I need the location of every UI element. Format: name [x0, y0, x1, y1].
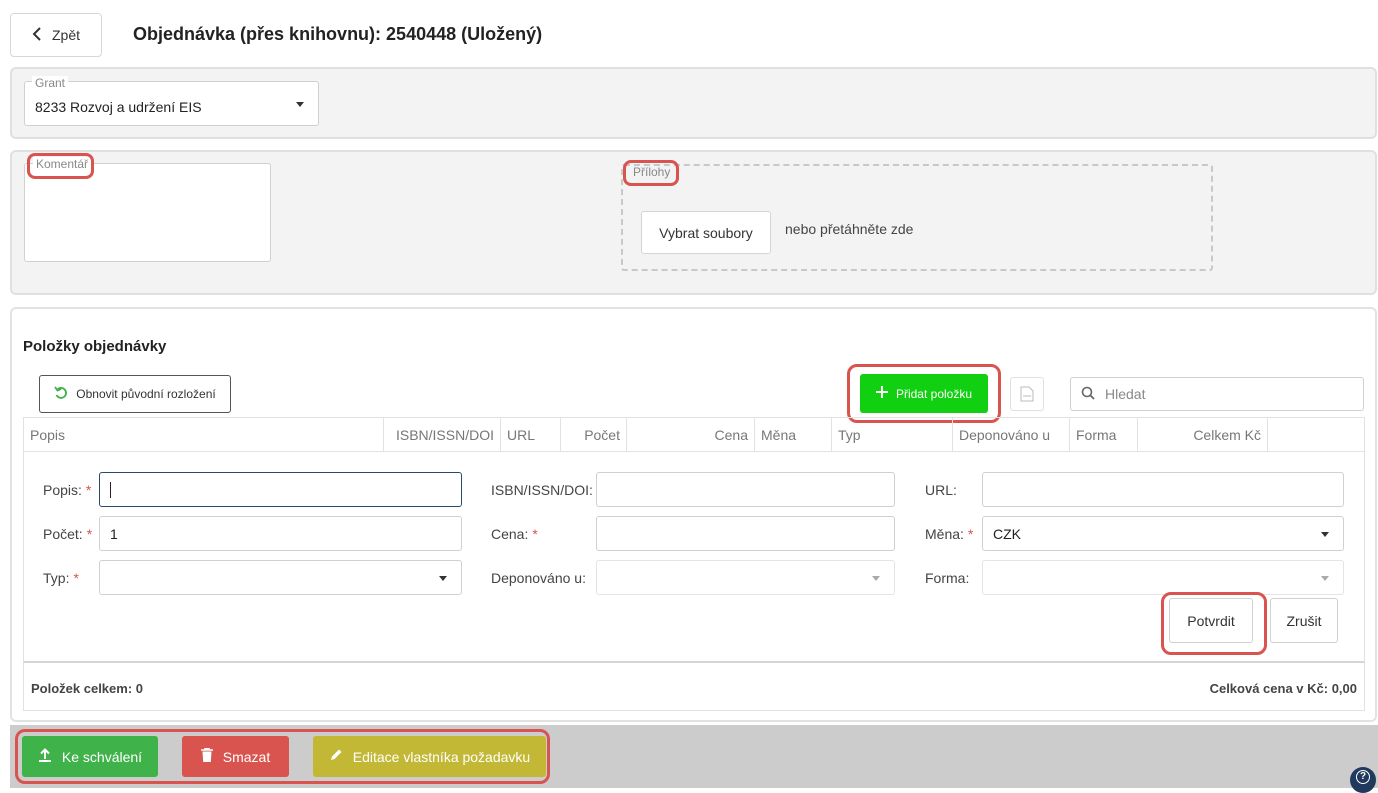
chevron-down-icon [439, 575, 447, 581]
forma-select[interactable] [982, 560, 1344, 595]
cena-input[interactable] [596, 516, 895, 551]
reset-layout-label: Obnovit původní rozložení [76, 387, 216, 401]
comment-label-highlight [27, 153, 94, 179]
page-title: Objednávka (přes knihovnu): 2540448 (Ulo… [133, 24, 543, 44]
deponovano-label: Deponováno u: [491, 570, 586, 586]
search-placeholder: Hledat [1105, 386, 1146, 402]
total-price: Celková cena v Kč: 0,00 [1209, 681, 1357, 696]
pocet-value: 1 [110, 525, 118, 542]
url-label: URL: [925, 482, 957, 498]
cancel-button[interactable]: Zrušit [1270, 598, 1338, 643]
forma-label: Forma: [925, 570, 970, 586]
upload-icon [38, 748, 52, 765]
col-typ[interactable]: Typ [832, 418, 953, 451]
pocet-input[interactable]: 1 [99, 516, 462, 551]
popis-label: Popis: * [43, 482, 92, 498]
add-item-label: Přidat položku [895, 386, 973, 401]
choose-files-label: Vybrat soubory [659, 224, 753, 241]
col-forma[interactable]: Forma [1070, 418, 1138, 451]
col-deponovano[interactable]: Deponováno u [953, 418, 1070, 451]
back-label: Zpět [51, 27, 80, 43]
popis-input[interactable] [99, 472, 462, 507]
back-button[interactable]: Zpět [10, 13, 102, 57]
chevron-down-icon [872, 575, 880, 581]
deponovano-select[interactable] [596, 560, 895, 595]
isbn-label: ISBN/ISSN/DOI: [491, 482, 593, 498]
grant-value: 8233 Rozvoj a udržení EIS [35, 98, 202, 115]
col-mena[interactable]: Měna [755, 418, 832, 451]
chevron-down-icon [296, 101, 304, 107]
mena-select[interactable]: CZK [982, 516, 1344, 551]
col-cena[interactable]: Cena [627, 418, 755, 451]
chevron-down-icon [1321, 531, 1329, 537]
undo-icon [54, 385, 68, 403]
col-isbn[interactable]: ISBN/ISSN/DOI [384, 418, 501, 451]
search-input[interactable]: Hledat [1070, 377, 1364, 411]
plus-icon [875, 386, 888, 401]
add-item-button[interactable]: Přidat položku [860, 374, 988, 413]
col-celkem[interactable]: Celkem Kč [1138, 418, 1268, 451]
delete-button[interactable]: Smazat [182, 736, 289, 777]
approve-label: Ke schválení [61, 748, 143, 765]
delete-label: Smazat [222, 748, 271, 765]
col-pocet[interactable]: Počet [561, 418, 627, 451]
pencil-icon [329, 748, 343, 765]
search-icon [1081, 386, 1095, 403]
csv-export-icon[interactable] [1010, 377, 1044, 411]
reset-layout-button[interactable]: Obnovit původní rozložení [39, 375, 231, 413]
summary-row [23, 663, 1365, 711]
confirm-label: Potvrdit [1187, 612, 1235, 629]
typ-label: Typ: * [43, 570, 79, 586]
col-url[interactable]: URL [501, 418, 561, 451]
typ-select[interactable] [99, 560, 462, 595]
confirm-button[interactable]: Potvrdit [1169, 598, 1253, 643]
col-popis[interactable]: Popis [24, 418, 384, 451]
edit-owner-button[interactable]: Editace vlastníka požadavku [313, 736, 546, 777]
items-title: Položky objednávky [23, 338, 167, 355]
text-cursor [110, 481, 111, 498]
trash-icon [200, 748, 213, 765]
attachments-label-highlight [623, 160, 679, 186]
edit-owner-label: Editace vlastníka požadavku [352, 748, 531, 765]
chevron-left-icon [32, 26, 42, 44]
items-count: Položek celkem: 0 [31, 681, 143, 696]
isbn-input[interactable] [596, 472, 895, 507]
help-glyph: ? [1356, 770, 1370, 784]
pocet-label: Počet: * [43, 526, 93, 542]
help-icon[interactable]: ? [1350, 767, 1376, 793]
choose-files-button[interactable]: Vybrat soubory [641, 211, 771, 254]
chevron-down-icon [1321, 575, 1329, 581]
mena-label: Měna: * [925, 526, 974, 542]
url-input[interactable] [982, 472, 1344, 507]
items-table-header: Popis ISBN/ISSN/DOI URL Počet Cena Měna … [23, 417, 1365, 452]
mena-value: CZK [993, 525, 1021, 542]
cena-label: Cena: * [491, 526, 538, 542]
approve-button[interactable]: Ke schválení [22, 736, 158, 777]
grant-select[interactable]: 8233 Rozvoj a udržení EIS [24, 81, 319, 126]
cancel-label: Zrušit [1286, 612, 1322, 629]
drop-hint: nebo přetáhněte zde [785, 221, 914, 237]
grant-label: Grant [32, 76, 69, 90]
